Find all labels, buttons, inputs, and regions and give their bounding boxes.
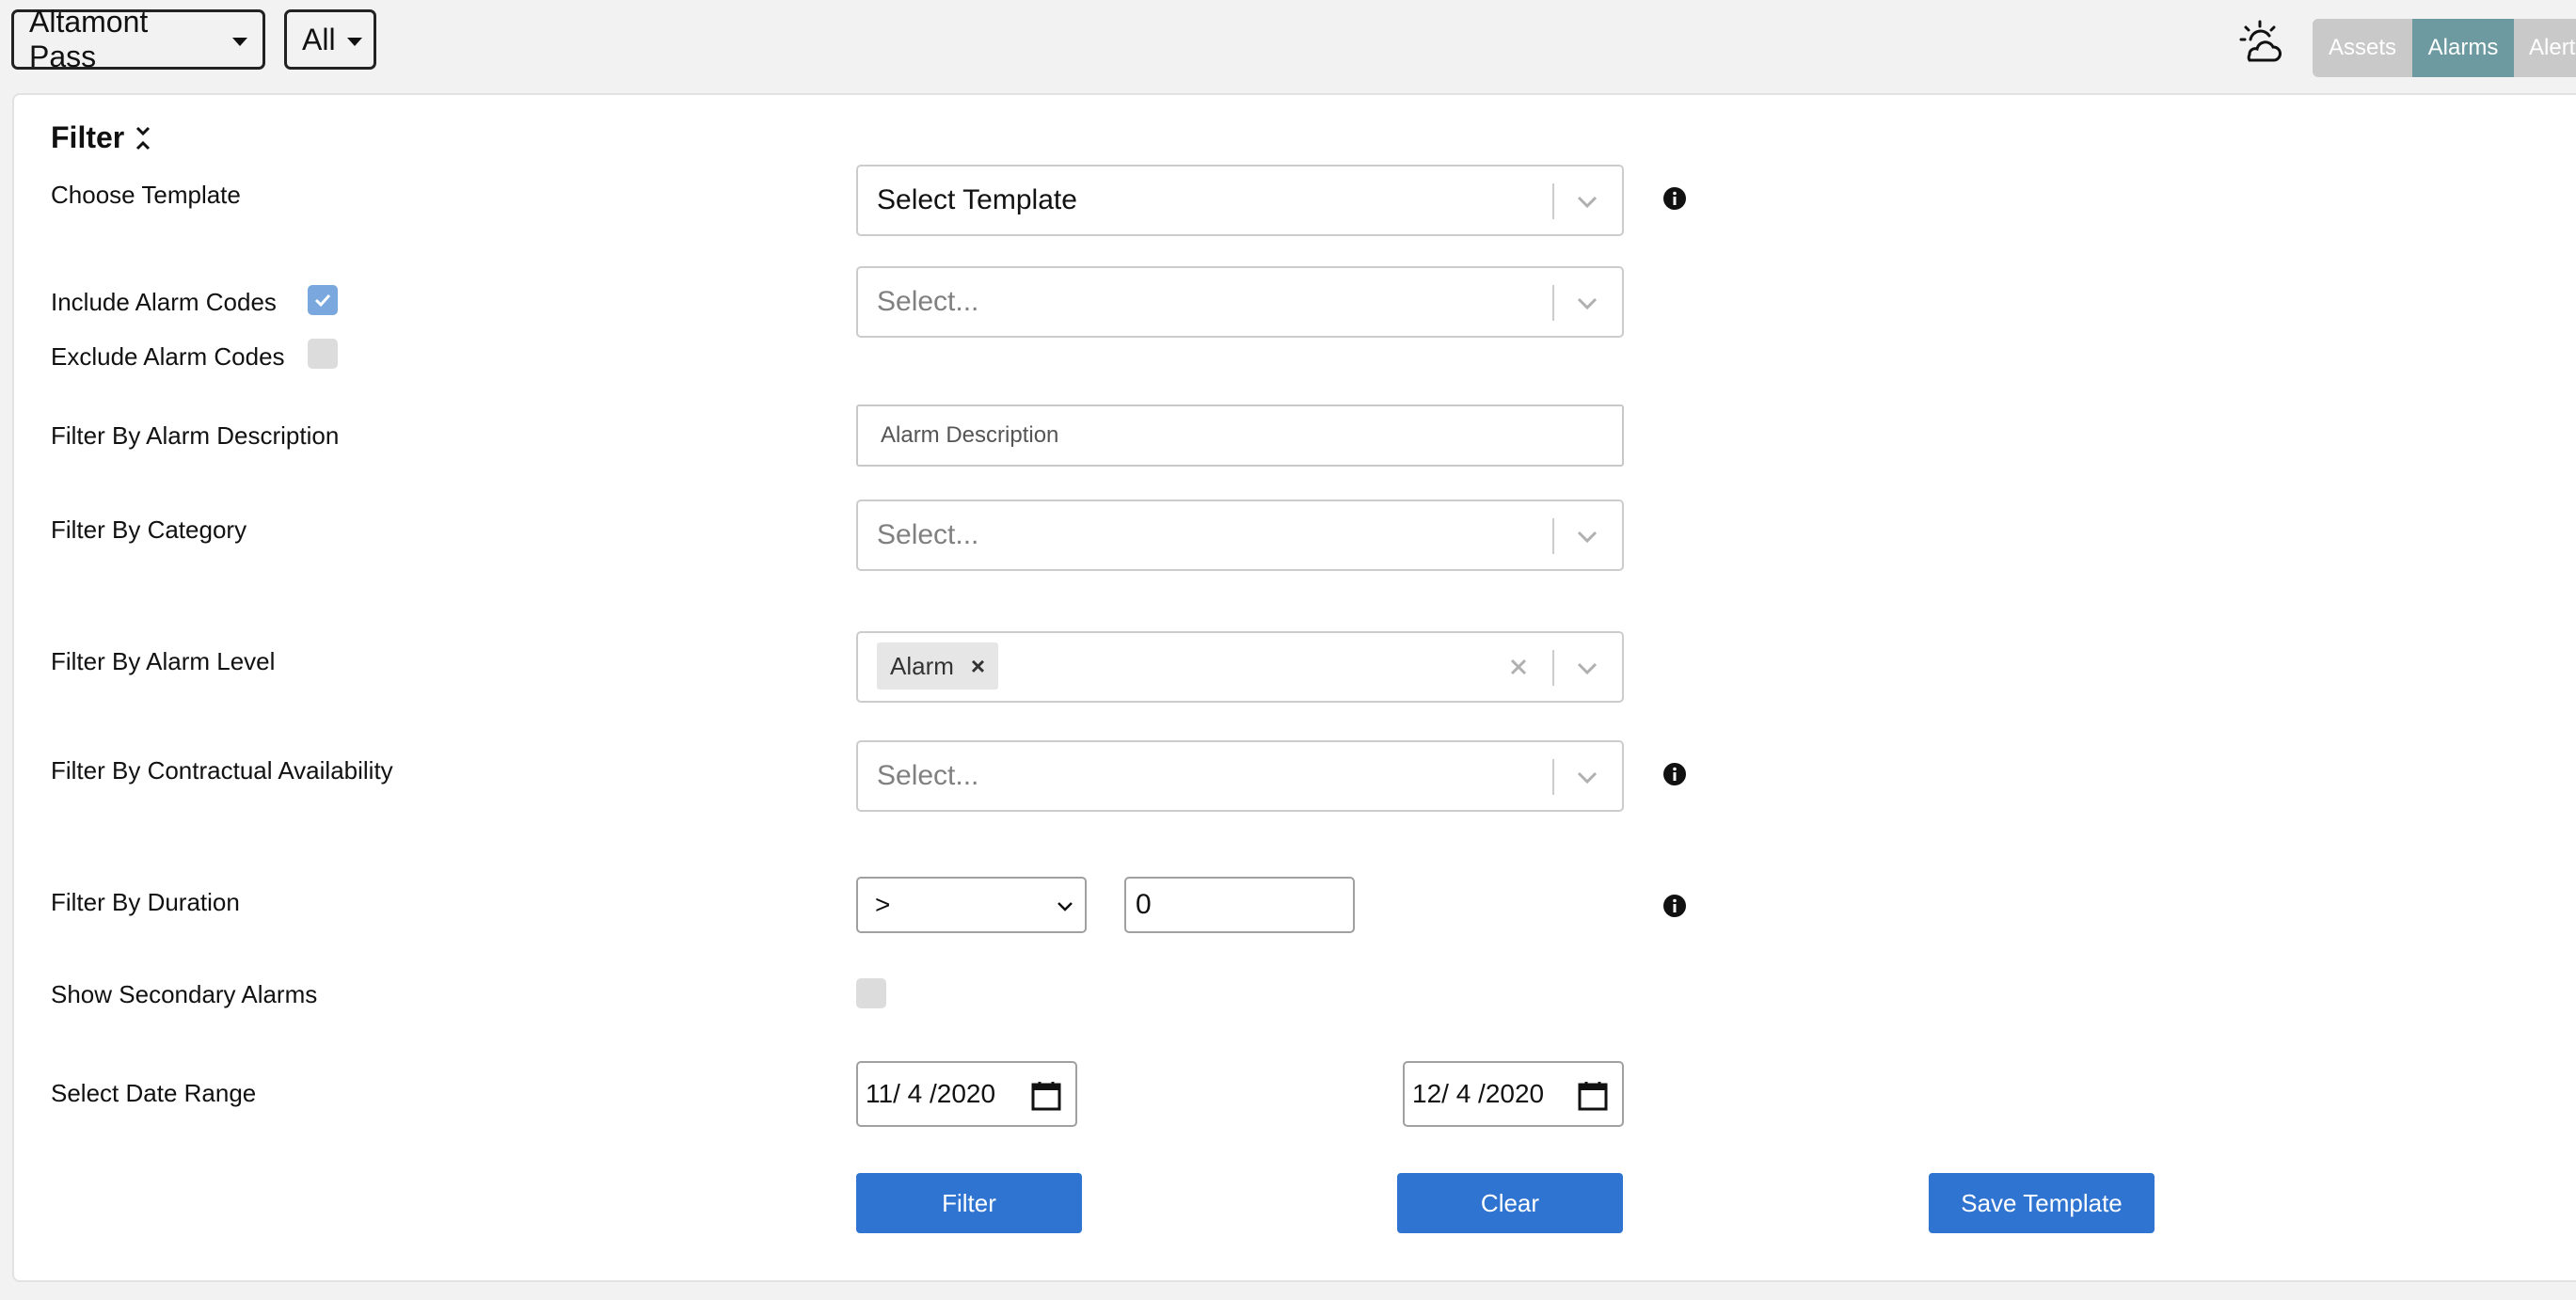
choose-template-label: Choose Template: [51, 181, 241, 209]
filter-title[interactable]: Filter: [51, 120, 152, 155]
chevron-down-icon[interactable]: [1575, 765, 1599, 789]
checkmark-icon: [314, 293, 331, 308]
site-dropdown[interactable]: Altamont Pass: [11, 5, 265, 73]
tab-alarms-label: Alarms: [2427, 35, 2499, 60]
category-select[interactable]: Select...: [856, 499, 1624, 571]
end-date-value: 12/ 4 /2020: [1412, 1079, 1545, 1108]
clear-button[interactable]: Clear: [1397, 1173, 1623, 1233]
category-label: Filter By Category: [51, 515, 247, 544]
alarm-level-label: Filter By Alarm Level: [51, 647, 276, 675]
chevron-down-icon[interactable]: [1575, 656, 1599, 680]
chevron-down-icon[interactable]: [1575, 524, 1599, 548]
calendar-icon[interactable]: [1030, 1080, 1062, 1112]
tab-assets-label: Assets: [2328, 35, 2397, 60]
select-separator: [1552, 183, 1554, 219]
select-separator: [1552, 759, 1554, 795]
alarm-description-input[interactable]: Alarm Description: [856, 404, 1624, 467]
date-range-label: Select Date Range: [51, 1079, 257, 1107]
top-bar: Altamont Pass All Assets Alarms Alerts: [0, 0, 2576, 92]
view-tabs: Assets Alarms Alerts: [2313, 19, 2576, 77]
partly-cloudy-icon[interactable]: [2237, 19, 2284, 66]
save-template-button[interactable]: Save Template: [1929, 1173, 2155, 1233]
select-separator: [1552, 518, 1554, 554]
calendar-icon[interactable]: [1577, 1080, 1609, 1112]
caret-down-icon: [232, 37, 247, 46]
alarm-description-placeholder: Alarm Description: [881, 422, 1059, 448]
contractual-availability-label: Filter By Contractual Availability: [51, 756, 393, 785]
duration-label: Filter By Duration: [51, 888, 240, 916]
save-template-button-label: Save Template: [1961, 1188, 2123, 1217]
alarm-codes-placeholder: Select...: [877, 286, 979, 317]
duration-operator-select[interactable]: >: [856, 877, 1087, 933]
duration-operator-value: >: [875, 890, 891, 919]
info-icon[interactable]: [1662, 894, 1687, 918]
select-separator: [1552, 650, 1554, 686]
tab-alarms[interactable]: Alarms: [2412, 19, 2514, 77]
site-dropdown-label: Altamont Pass: [29, 5, 149, 73]
contractual-availability-placeholder: Select...: [877, 760, 979, 791]
tab-assets[interactable]: Assets: [2313, 19, 2412, 77]
filter-button-label: Filter: [942, 1188, 996, 1217]
filter-title-text: Filter: [51, 120, 125, 154]
filter-button[interactable]: Filter: [856, 1173, 1082, 1233]
exclude-alarm-codes-checkbox[interactable]: [308, 339, 338, 369]
exclude-alarm-codes-label: Exclude Alarm Codes: [51, 342, 285, 371]
start-date-input[interactable]: 11/ 4 /2020: [856, 1061, 1077, 1127]
info-icon[interactable]: [1662, 762, 1687, 786]
end-date-input[interactable]: 12/ 4 /2020: [1403, 1061, 1624, 1127]
chevron-down-icon: [1057, 902, 1073, 912]
clear-icon[interactable]: [1505, 654, 1532, 680]
alarm-description-label: Filter By Alarm Description: [51, 421, 340, 450]
duration-value-input[interactable]: 0: [1124, 877, 1355, 933]
tab-alerts[interactable]: Alerts: [2514, 19, 2576, 77]
chevron-down-icon[interactable]: [1575, 189, 1599, 214]
alarm-level-chip-label: Alarm: [890, 651, 954, 680]
scope-dropdown[interactable]: All: [284, 9, 376, 70]
alarm-level-chip: Alarm ×: [877, 642, 999, 690]
select-separator: [1552, 285, 1554, 321]
tab-alerts-label: Alerts: [2529, 35, 2576, 60]
secondary-alarms-label: Show Secondary Alarms: [51, 980, 318, 1008]
info-icon[interactable]: [1662, 186, 1687, 211]
secondary-alarms-checkbox[interactable]: [856, 978, 886, 1008]
alarm-level-select[interactable]: Alarm ×: [856, 631, 1624, 703]
include-alarm-codes-checkbox[interactable]: [308, 285, 338, 315]
category-placeholder: Select...: [877, 519, 979, 550]
include-alarm-codes-label: Include Alarm Codes: [51, 288, 277, 316]
template-select[interactable]: Select Template: [856, 165, 1624, 236]
scope-dropdown-label: All: [302, 22, 336, 56]
template-select-value: Select Template: [877, 184, 1077, 215]
caret-down-icon: [346, 37, 362, 46]
alarm-codes-select[interactable]: Select...: [856, 266, 1624, 338]
clear-button-label: Clear: [1480, 1188, 1540, 1217]
collapse-icon[interactable]: [134, 124, 152, 152]
remove-chip-icon[interactable]: ×: [971, 652, 985, 681]
chevron-down-icon[interactable]: [1575, 291, 1599, 315]
duration-value: 0: [1136, 889, 1152, 920]
contractual-availability-select[interactable]: Select...: [856, 740, 1624, 812]
start-date-value: 11/ 4 /2020: [866, 1079, 996, 1108]
